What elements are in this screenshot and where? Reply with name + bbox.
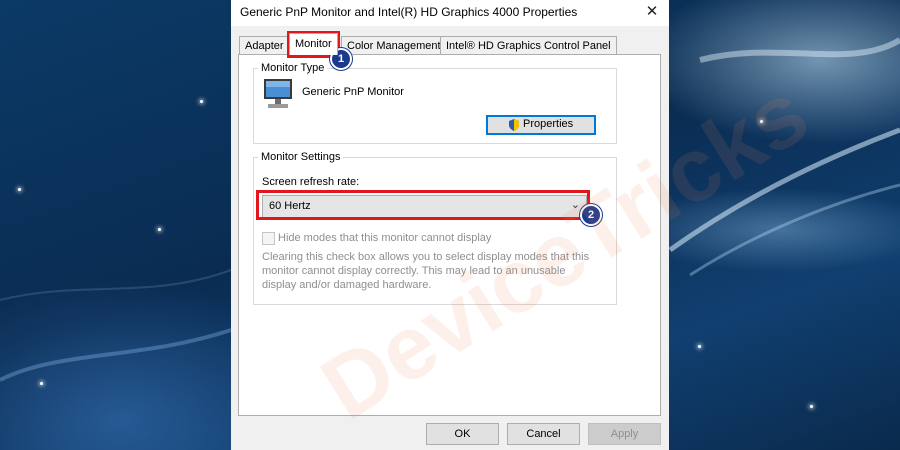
tab-adapter[interactable]: Adapter (239, 36, 290, 55)
tab-label: Adapter (245, 40, 284, 52)
ok-button[interactable]: OK (426, 423, 499, 445)
tab-label: Intel® HD Graphics Control Panel (446, 40, 611, 52)
refresh-rate-highlight (256, 190, 590, 220)
apply-label: Apply (610, 428, 639, 440)
monitor-type-group: Monitor Type Generic PnP Monitor Propert… (253, 62, 617, 144)
cancel-label: Cancel (526, 428, 561, 440)
uac-shield-icon (509, 119, 519, 131)
tab-monitor[interactable]: Monitor (289, 33, 338, 55)
tab-label: Monitor (295, 38, 332, 50)
step-badge-2: 2 (580, 204, 602, 226)
title-bar: Generic PnP Monitor and Intel(R) HD Grap… (231, 0, 669, 26)
monitor-tab-panel: Monitor Type Generic PnP Monitor Propert… (238, 54, 661, 416)
tab-color-management[interactable]: Color Management (341, 36, 447, 55)
tab-intel-graphics-control-panel[interactable]: Intel® HD Graphics Control Panel (440, 36, 617, 55)
window-title: Generic PnP Monitor and Intel(R) HD Grap… (240, 5, 578, 19)
monitor-type-legend: Monitor Type (258, 62, 328, 74)
monitor-icon (264, 79, 292, 108)
tab-label: Color Management (347, 40, 441, 52)
properties-button[interactable]: Properties (486, 115, 596, 135)
refresh-rate-label: Screen refresh rate: (262, 176, 360, 188)
ok-label: OK (454, 428, 471, 440)
properties-dialog: Generic PnP Monitor and Intel(R) HD Grap… (231, 0, 669, 450)
cancel-button[interactable]: Cancel (507, 423, 580, 445)
properties-label: Properties (523, 118, 574, 130)
monitor-settings-group: Monitor Settings Screen refresh rate: 60… (253, 151, 617, 305)
hide-modes-checkbox[interactable] (262, 232, 275, 245)
apply-button[interactable]: Apply (588, 423, 661, 445)
monitor-name: Generic PnP Monitor (302, 86, 404, 98)
hide-modes-label: Hide modes that this monitor cannot disp… (278, 232, 492, 244)
monitor-settings-legend: Monitor Settings (258, 151, 344, 163)
close-icon[interactable]: ✕ (643, 3, 661, 21)
hide-modes-description: Clearing this check box allows you to se… (262, 251, 590, 291)
